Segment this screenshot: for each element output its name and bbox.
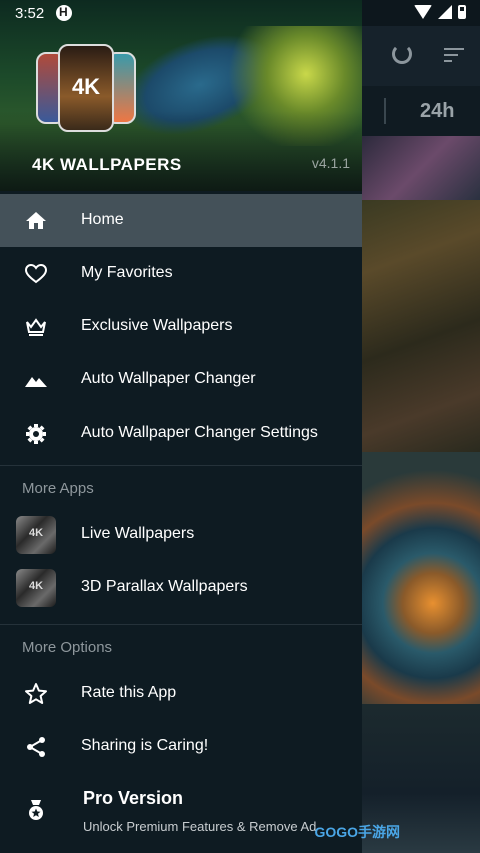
sort-icon[interactable] [444, 48, 466, 66]
pro-version-subtitle: Unlock Premium Features & Remove Ad [83, 819, 317, 834]
menu-item-home[interactable]: Home [0, 194, 362, 247]
notification-icon [56, 5, 72, 21]
menu-item-exclusive[interactable]: Exclusive Wallpapers [0, 300, 362, 353]
pro-version-title: Pro Version [83, 788, 184, 808]
heart-icon [24, 262, 48, 286]
signal-icon [438, 5, 452, 19]
share-icon [24, 735, 48, 759]
navigation-drawer: 4K 4K WALLPAPERS v4.1.1 Home My Favorite… [0, 0, 362, 853]
section-more-apps: More Apps [22, 480, 94, 497]
wallpaper-thumbnail[interactable] [362, 452, 480, 704]
app-logo-text: 4K [71, 74, 101, 99]
refresh-icon[interactable] [392, 44, 412, 64]
menu-item-live-wallpapers[interactable]: 4K Live Wallpapers [0, 508, 362, 561]
app-logo: 4K [36, 44, 136, 132]
menu-item-label: Sharing is Caring! [81, 737, 209, 754]
app-thumbnail: 4K [16, 516, 56, 554]
wifi-icon [414, 5, 432, 19]
menu-item-label: Live Wallpapers [81, 525, 195, 542]
divider [0, 465, 362, 466]
menu-item-label: My Favorites [81, 264, 173, 281]
menu-item-label: Home [81, 211, 124, 228]
wallpaper-thumbnail[interactable] [362, 136, 480, 200]
home-icon [24, 209, 48, 233]
divider [0, 624, 362, 625]
menu-item-share[interactable]: Sharing is Caring! [0, 720, 362, 773]
wallpaper-thumbnail[interactable] [362, 200, 480, 452]
battery-icon [458, 5, 466, 19]
star-icon [24, 682, 48, 706]
menu-item-label: Exclusive Wallpapers [81, 317, 233, 334]
app-thumbnail-text: 4K [28, 527, 44, 539]
app-thumbnail: 4K [16, 569, 56, 607]
crown-icon [24, 315, 48, 339]
menu-item-rate-app[interactable]: Rate this App [0, 667, 362, 720]
background-content: 24h [362, 0, 480, 853]
menu-item-favorites[interactable]: My Favorites [0, 247, 362, 300]
menu-item-label: Auto Wallpaper Changer [81, 370, 256, 387]
menu-item-auto-changer[interactable]: Auto Wallpaper Changer [0, 353, 362, 406]
menu-item-label: 3D Parallax Wallpapers [81, 578, 248, 595]
tab-24h[interactable]: 24h [420, 100, 454, 123]
section-more-options: More Options [22, 639, 113, 656]
menu-item-label: Rate this App [81, 684, 177, 701]
gear-icon [24, 422, 48, 446]
drawer-header: 4K 4K WALLPAPERS v4.1.1 [0, 0, 362, 191]
app-thumbnail-text: 4K [28, 580, 44, 592]
app-name: 4K WALLPAPERS [32, 155, 182, 174]
tab-divider [384, 98, 386, 124]
landscape-icon [24, 368, 48, 392]
status-time: 3:52 [15, 5, 45, 22]
status-bar: 3:52 [0, 0, 480, 26]
watermark: GOGO手游网 [314, 824, 400, 840]
menu-item-3d-parallax[interactable]: 4K 3D Parallax Wallpapers [0, 561, 362, 614]
screen: 24h 3:52 4K 4K WALLPAPERS v4.1.1 [0, 0, 480, 853]
badge-icon [24, 798, 48, 822]
menu-item-auto-changer-settings[interactable]: Auto Wallpaper Changer Settings [0, 407, 362, 460]
menu-item-label: Auto Wallpaper Changer Settings [81, 424, 318, 441]
app-version: v4.1.1 [311, 155, 350, 171]
